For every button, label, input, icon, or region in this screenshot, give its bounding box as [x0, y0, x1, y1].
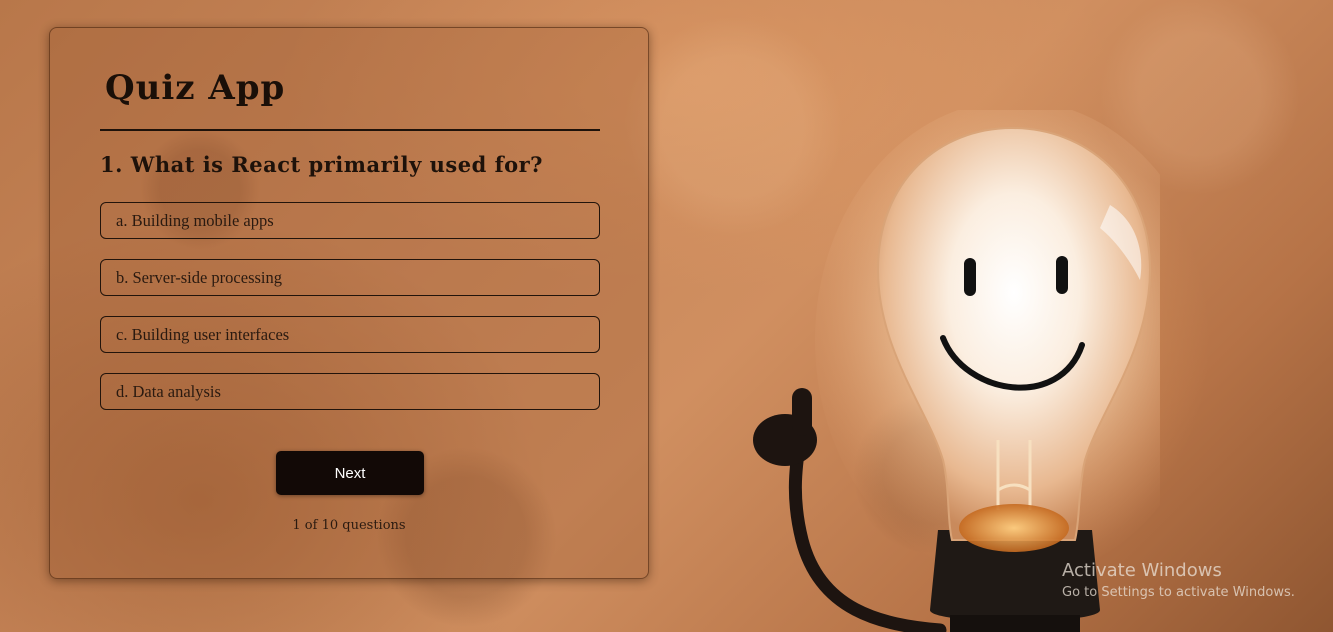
windows-activation-watermark: Activate Windows Go to Settings to activ… — [1062, 559, 1295, 603]
title-divider — [100, 129, 600, 131]
quiz-card: Quiz App 1. What is React primarily used… — [49, 27, 649, 579]
smiling-lightbulb-icon — [753, 110, 1160, 632]
answer-option-d[interactable]: d. Data analysis — [100, 373, 600, 410]
app-title: Quiz App — [105, 68, 286, 108]
right-eye — [1056, 256, 1068, 294]
answer-option-b[interactable]: b. Server-side processing — [100, 259, 600, 296]
watermark-subtitle: Go to Settings to activate Windows. — [1062, 585, 1295, 600]
bulb-ember — [959, 504, 1069, 552]
question-text: 1. What is React primarily used for? — [100, 152, 543, 177]
answer-option-c[interactable]: c. Building user interfaces — [100, 316, 600, 353]
thumb-shape — [792, 388, 812, 436]
watermark-title: Activate Windows — [1062, 560, 1222, 581]
answer-option-a[interactable]: a. Building mobile apps — [100, 202, 600, 239]
next-button[interactable]: Next — [276, 451, 424, 495]
left-eye — [964, 258, 976, 296]
socket-base — [950, 615, 1080, 632]
progress-text: 1 of 10 questions — [292, 518, 406, 533]
